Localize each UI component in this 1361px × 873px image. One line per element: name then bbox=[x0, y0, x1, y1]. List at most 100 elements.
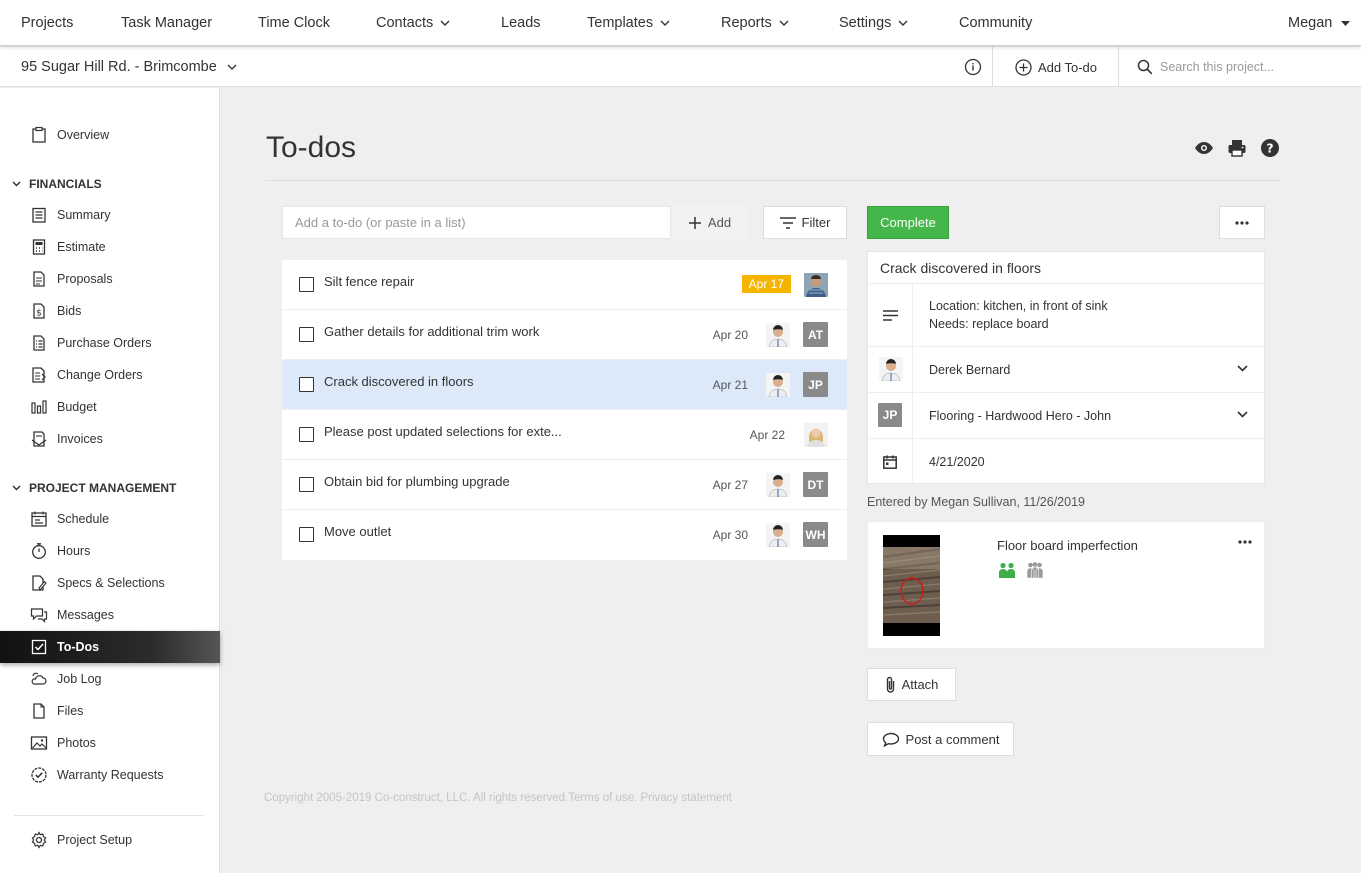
assignee-initials: JP bbox=[803, 372, 828, 397]
attachment-name[interactable]: Floor board imperfection bbox=[997, 538, 1138, 553]
attach-button[interactable]: Attach bbox=[867, 668, 956, 701]
sidebar-item-bids[interactable]: $ Bids bbox=[0, 295, 220, 327]
ellipsis-icon[interactable] bbox=[1238, 540, 1252, 544]
shared-with-client-icon[interactable] bbox=[1026, 562, 1044, 578]
top-nav: Projects Task Manager Time Clock Contact… bbox=[0, 0, 1361, 46]
todo-row-selected[interactable]: Crack discovered in floors Apr 21 JP bbox=[282, 360, 847, 410]
detail-assignee-row[interactable]: Derek Bernard bbox=[868, 346, 1264, 392]
sidebar-item-purchase-orders[interactable]: Purchase Orders bbox=[0, 327, 220, 359]
todo-row[interactable]: Gather details for additional trim work … bbox=[282, 310, 847, 360]
sidebar-item-estimate[interactable]: Estimate bbox=[0, 231, 220, 263]
todo-checkbox[interactable] bbox=[299, 527, 314, 542]
todo-checkbox[interactable] bbox=[299, 477, 314, 492]
footer-copyright: Copyright 2005-2019 Co-construct, LLC. A… bbox=[264, 792, 732, 804]
speech-bubble-icon bbox=[882, 732, 899, 747]
avatar bbox=[804, 273, 828, 297]
sidebar-item-todos[interactable]: To-Dos bbox=[0, 631, 220, 663]
paperclip-icon bbox=[886, 676, 894, 693]
eye-icon[interactable] bbox=[1194, 138, 1214, 158]
nav-projects[interactable]: Projects bbox=[21, 0, 73, 46]
add-todo-input[interactable] bbox=[295, 207, 665, 238]
assignee-initials: WH bbox=[803, 522, 828, 547]
section-project-management[interactable]: PROJECT MANAGEMENT bbox=[0, 476, 220, 500]
attachment-thumbnail[interactable] bbox=[883, 535, 940, 636]
todo-title: Please post updated selections for exte.… bbox=[324, 424, 562, 439]
nav-contacts[interactable]: Contacts bbox=[376, 0, 450, 46]
sidebar-item-messages[interactable]: Messages bbox=[0, 599, 220, 631]
search-input[interactable] bbox=[1160, 60, 1350, 74]
sidebar-item-proposals[interactable]: Proposals bbox=[0, 263, 220, 295]
todo-date: Apr 20 bbox=[712, 328, 748, 342]
chevron-down-icon[interactable] bbox=[1237, 364, 1248, 372]
complete-button[interactable]: Complete bbox=[867, 206, 949, 239]
filter-button[interactable]: Filter bbox=[763, 206, 847, 239]
todo-date: Apr 22 bbox=[749, 428, 785, 442]
sidebar-item-specs[interactable]: Specs & Selections bbox=[0, 567, 220, 599]
sidebar-item-schedule[interactable]: Schedule bbox=[0, 503, 220, 535]
project-selector[interactable]: 95 Sugar Hill Rd. - Brimcombe bbox=[21, 47, 237, 87]
sidebar-divider bbox=[14, 815, 204, 816]
todo-row[interactable]: Obtain bid for plumbing upgrade Apr 27 D… bbox=[282, 460, 847, 510]
section-financials[interactable]: FINANCIALS bbox=[0, 172, 220, 196]
add-button[interactable]: Add bbox=[672, 206, 748, 239]
todo-row[interactable]: Move outlet Apr 30 WH bbox=[282, 510, 847, 560]
info-button[interactable] bbox=[953, 47, 993, 87]
todo-detail-card: Crack discovered in floors Location: kit… bbox=[867, 251, 1265, 484]
chevron-down-icon bbox=[660, 20, 670, 26]
project-bar: 95 Sugar Hill Rd. - Brimcombe Add To-do bbox=[0, 47, 1361, 87]
detail-title[interactable]: Crack discovered in floors bbox=[880, 252, 1041, 284]
detail-description-row[interactable]: Location: kitchen, in front of sink Need… bbox=[868, 283, 1264, 346]
help-icon[interactable]: ? bbox=[1260, 138, 1280, 158]
todo-row[interactable]: Please post updated selections for exte.… bbox=[282, 410, 847, 460]
nav-templates[interactable]: Templates bbox=[587, 0, 670, 46]
sidebar-item-summary[interactable]: Summary bbox=[0, 199, 220, 231]
plus-circle-icon bbox=[1015, 58, 1032, 76]
vendor-name: Flooring - Hardwood Hero - John bbox=[929, 409, 1112, 423]
nav-settings[interactable]: Settings bbox=[839, 0, 908, 46]
todo-checkbox[interactable] bbox=[299, 377, 314, 392]
todo-checkbox[interactable] bbox=[299, 277, 314, 292]
user-menu[interactable]: Megan bbox=[1288, 0, 1351, 46]
post-comment-button[interactable]: Post a comment bbox=[867, 722, 1014, 756]
checkbox-icon bbox=[31, 639, 47, 655]
more-options-button[interactable] bbox=[1219, 206, 1265, 239]
calculator-icon bbox=[32, 239, 46, 255]
add-todo-button[interactable]: Add To-do bbox=[994, 47, 1119, 87]
avatar bbox=[766, 373, 790, 397]
sidebar-item-budget[interactable]: Budget bbox=[0, 391, 220, 423]
sidebar-item-job-log[interactable]: Job Log bbox=[0, 663, 220, 695]
nav-task-manager[interactable]: Task Manager bbox=[121, 0, 212, 46]
page-title: To-dos bbox=[266, 131, 357, 164]
sidebar-item-invoices[interactable]: Invoices bbox=[0, 423, 220, 455]
attachment-card: Floor board imperfection bbox=[867, 521, 1265, 649]
detail-due-date-row[interactable]: 4/21/2020 bbox=[868, 438, 1264, 484]
file-icon bbox=[33, 703, 45, 719]
chevron-down-icon bbox=[12, 485, 21, 491]
text-lines-icon bbox=[882, 309, 898, 321]
sidebar-item-overview[interactable]: Overview bbox=[0, 119, 220, 151]
sidebar-item-files[interactable]: Files bbox=[0, 695, 220, 727]
todo-row[interactable]: Silt fence repair Apr 17 bbox=[282, 260, 847, 310]
sidebar-item-change-orders[interactable]: Change Orders bbox=[0, 359, 220, 391]
caret-down-icon bbox=[1341, 20, 1351, 26]
todo-title: Move outlet bbox=[324, 524, 392, 539]
purchase-order-icon bbox=[33, 335, 45, 351]
nav-community[interactable]: Community bbox=[959, 0, 1032, 46]
detail-vendor-row[interactable]: JP Flooring - Hardwood Hero - John bbox=[868, 392, 1264, 438]
sidebar-item-warranty[interactable]: Warranty Requests bbox=[0, 759, 220, 791]
nav-time-clock[interactable]: Time Clock bbox=[258, 0, 330, 46]
todo-title: Silt fence repair bbox=[324, 274, 415, 289]
assignee-initials: DT bbox=[803, 472, 828, 497]
print-icon[interactable] bbox=[1227, 138, 1247, 158]
chevron-down-icon[interactable] bbox=[1237, 410, 1248, 418]
nav-leads[interactable]: Leads bbox=[501, 0, 541, 46]
sidebar-item-photos[interactable]: Photos bbox=[0, 727, 220, 759]
shared-with-team-icon[interactable] bbox=[998, 562, 1016, 578]
todo-checkbox[interactable] bbox=[299, 327, 314, 342]
nav-reports[interactable]: Reports bbox=[721, 0, 789, 46]
todo-checkbox[interactable] bbox=[299, 427, 314, 442]
sidebar-item-project-setup[interactable]: Project Setup bbox=[0, 824, 220, 856]
calendar-icon bbox=[31, 511, 47, 527]
sidebar-item-hours[interactable]: Hours bbox=[0, 535, 220, 567]
add-todo-box bbox=[282, 206, 671, 239]
